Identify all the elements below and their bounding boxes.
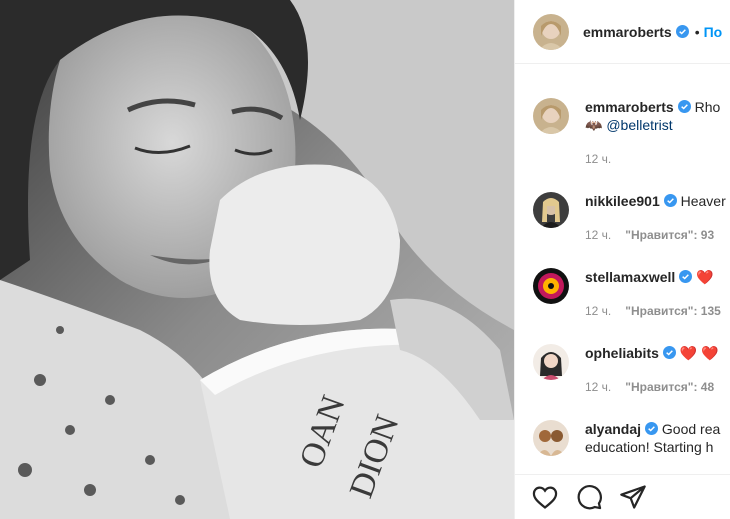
comment-meta: 12 ч. "Нравится": 135 [585, 304, 721, 318]
comment-text: alyandaj Good rea education! Starting h [585, 420, 730, 456]
timestamp[interactable]: 12 ч. [585, 152, 611, 166]
comment-meta: 12 ч. "Нравится": 93 [585, 228, 714, 242]
heart-icon[interactable] [531, 483, 559, 511]
mention-link[interactable]: @belletrist [606, 117, 672, 133]
likes-count[interactable]: "Нравится": 93 [625, 228, 714, 242]
comment-text: opheliabits ❤️ ❤️ [585, 344, 730, 362]
avatar[interactable] [533, 13, 569, 50]
post-photo-art: OAN DION [0, 0, 514, 519]
share-icon[interactable] [619, 483, 647, 511]
verified-badge-icon [662, 346, 676, 359]
comment-icon[interactable] [575, 483, 603, 511]
timestamp[interactable]: 12 ч. [585, 380, 611, 394]
verified-badge-icon [679, 270, 693, 283]
comment-body: ❤️ [696, 269, 714, 285]
comment-body-continued: education! Starting h [585, 439, 714, 455]
verified-badge-icon [675, 25, 689, 38]
likes-count[interactable]: "Нравится": 135 [625, 304, 721, 318]
comment-body: Good rea [661, 421, 721, 437]
post-author-username[interactable]: emmaroberts [583, 24, 672, 40]
post-side-panel: emmaroberts • По emmaroberts Rho 🦇 @bell… [514, 0, 730, 519]
post-header: emmaroberts • По [515, 0, 730, 64]
timestamp[interactable]: 12 ч. [585, 304, 611, 318]
comments-list: emmaroberts Rho 🦇 @belletrist 12 ч. nikk… [515, 64, 730, 474]
comment-body: ❤️ ❤️ [679, 345, 719, 361]
post-photo[interactable]: OAN DION [0, 0, 514, 519]
verified-badge-icon [663, 194, 677, 207]
bat-emoji: 🦇 [585, 117, 603, 133]
comment-username[interactable]: stellamaxwell [585, 269, 675, 285]
avatar[interactable] [533, 420, 569, 456]
caption-meta: 12 ч. [585, 152, 611, 166]
comment-username[interactable]: alyandaj [585, 421, 641, 437]
avatar[interactable] [533, 192, 569, 228]
post-actions-bar [515, 474, 730, 519]
timestamp[interactable]: 12 ч. [585, 228, 611, 242]
avatar[interactable] [533, 268, 569, 304]
separator-dot: • [694, 23, 700, 40]
comment-meta: 12 ч. "Нравится": 48 [585, 380, 714, 394]
comment-username[interactable]: opheliabits [585, 345, 659, 361]
avatar[interactable] [533, 344, 569, 380]
comment-username[interactable]: nikkilee901 [585, 193, 660, 209]
caption-body: Rho [694, 99, 721, 115]
follow-button[interactable]: По [704, 24, 723, 40]
verified-badge-icon [677, 100, 691, 113]
verified-badge-icon [645, 422, 659, 435]
caption-text: emmaroberts Rho 🦇 @belletrist [585, 98, 730, 134]
comment-text: stellamaxwell ❤️ [585, 268, 730, 286]
comment-text: nikkilee901 Heaver [585, 192, 730, 210]
likes-count[interactable]: "Нравится": 48 [625, 380, 714, 394]
caption-username[interactable]: emmaroberts [585, 99, 674, 115]
instagram-post: OAN DION emmaroberts • По emmaroberts Rh… [0, 0, 730, 519]
avatar[interactable] [533, 98, 569, 134]
comment-body: Heaver [680, 193, 726, 209]
